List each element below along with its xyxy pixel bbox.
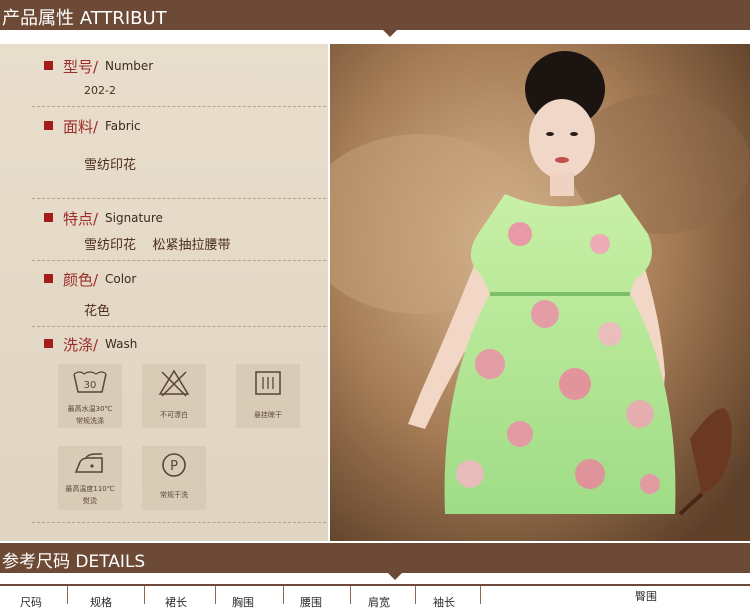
model-dress-image: [330, 44, 750, 541]
attr-wash-en: Wash: [105, 337, 138, 351]
attr-number-value: 202-2: [84, 84, 116, 97]
hang-dry-icon-tile: 悬挂晾干: [236, 364, 300, 428]
svg-text:30: 30: [84, 380, 97, 391]
attr-number-zh: 型号/: [63, 58, 99, 76]
attr-signature: 特点/ Signature 雪纺印花 松紧抽拉腰带: [44, 208, 334, 253]
iron-110-label-2: 熨烫: [83, 497, 97, 505]
wash-30-label: 最高水温30℃: [67, 405, 113, 413]
header-arrow-icon: [383, 30, 397, 37]
attr-wash: 洗涤/ Wash: [44, 334, 334, 358]
size-header-bust: 胸围: [232, 596, 254, 609]
size-header-length: 裙长: [165, 596, 187, 609]
attr-color-value: 花色: [84, 304, 111, 319]
dry-clean-p-icon-tile: P 常规干洗: [142, 446, 206, 510]
attribute-header-bar: 产品属性 ATTRIBUT: [0, 0, 750, 30]
size-header-size: 尺码: [20, 596, 42, 609]
bullet-square-icon: [44, 61, 53, 70]
size-header-shoulder: 肩宽: [368, 596, 390, 609]
attr-fabric-zh: 面料/: [63, 118, 99, 136]
divider: [32, 326, 326, 327]
attr-signature-value: 雪纺印花 松紧抽拉腰带: [84, 238, 231, 253]
no-bleach-icon-tile: 不可漂白: [142, 364, 206, 428]
bullet-square-icon: [44, 274, 53, 283]
attribute-header-title: 产品属性 ATTRIBUT: [2, 8, 167, 29]
size-header-spec: 规格: [90, 596, 112, 609]
divider: [32, 198, 326, 199]
attr-color: 颜色/ Color 花色: [44, 269, 334, 319]
bullet-square-icon: [44, 213, 53, 222]
attr-color-zh: 颜色/: [63, 271, 99, 289]
size-header-sleeve: 袖长: [433, 596, 455, 609]
divider: [32, 260, 326, 261]
size-header-waist: 腰围: [300, 596, 322, 609]
divider: [32, 106, 326, 107]
size-table: 尺码 规格 裙长 胸围 腰围 肩宽 袖长 臀围: [0, 584, 750, 609]
wash-30-label-2: 常规洗涤: [76, 417, 104, 425]
attr-wash-zh: 洗涤/: [63, 336, 99, 354]
bullet-square-icon: [44, 121, 53, 130]
attr-signature-zh: 特点/: [63, 210, 99, 228]
no-bleach-icon: [158, 369, 190, 397]
hang-dry-icon: [255, 371, 281, 395]
iron-110-icon: [74, 453, 103, 473]
attr-fabric-value: 雪纺印花: [84, 158, 137, 173]
attr-fabric: 面料/ Fabric 雪纺印花: [44, 116, 334, 176]
svg-text:P: P: [170, 459, 178, 474]
attr-signature-en: Signature: [105, 211, 163, 225]
hang-dry-label: 悬挂晾干: [254, 411, 282, 419]
attr-number-en: Number: [105, 59, 154, 73]
attr-color-en: Color: [105, 272, 137, 286]
details-header-bar: 参考尺码 DETAILS: [0, 543, 750, 573]
bullet-square-icon: [44, 339, 53, 348]
dry-clean-label: 常规干洗: [160, 491, 188, 499]
header-arrow-icon: [388, 573, 402, 580]
wash-30-icon-tile: 30 最高水温30℃ 常规洗涤: [58, 364, 122, 428]
details-header-title: 参考尺码 DETAILS: [2, 552, 146, 572]
wash-30-icon: 30: [73, 371, 107, 393]
dry-clean-p-icon: P: [162, 453, 186, 477]
attr-number: 型号/ Number 202-2: [44, 56, 334, 97]
product-photo: [330, 44, 750, 541]
divider: [32, 522, 326, 523]
iron-110-label: 最高温度110℃: [65, 485, 115, 493]
no-bleach-label: 不可漂白: [160, 411, 188, 419]
attr-fabric-en: Fabric: [105, 119, 141, 133]
iron-110-icon-tile: 最高温度110℃ 熨烫: [58, 446, 122, 510]
